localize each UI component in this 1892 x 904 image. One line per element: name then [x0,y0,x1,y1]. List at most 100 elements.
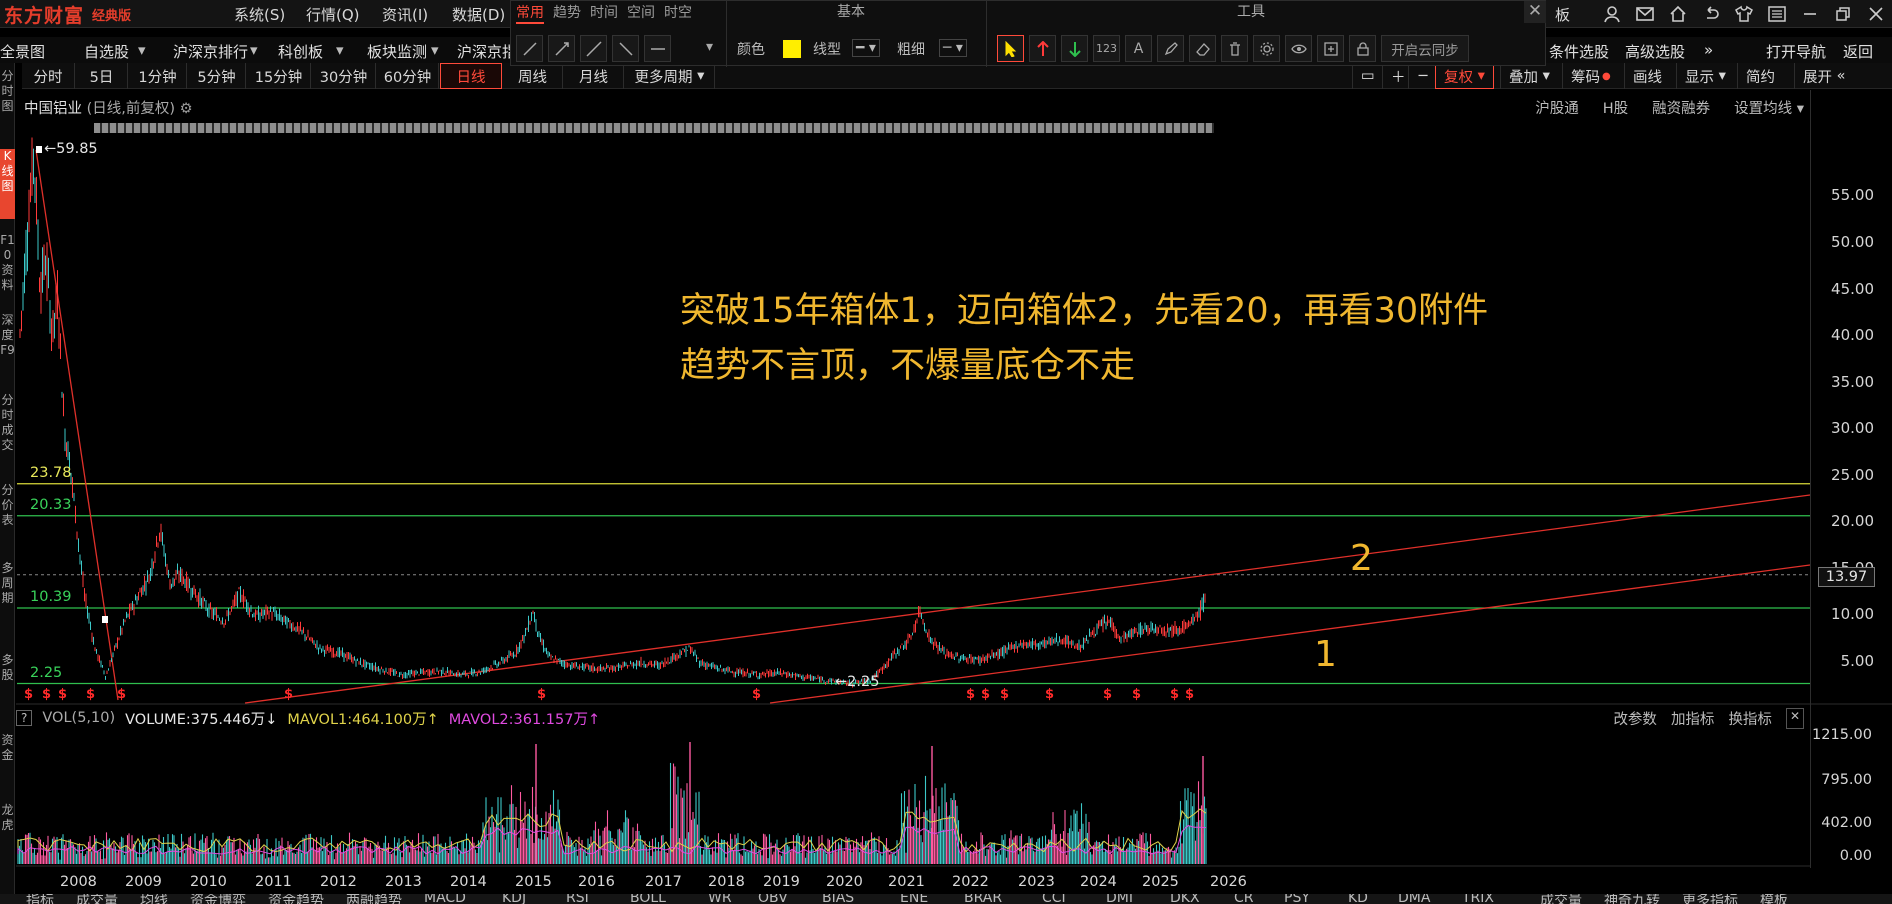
level-10-39-label: 10.39 [30,589,72,605]
year-label: 2010 [190,874,227,890]
indicator-tab[interactable]: ENE [900,894,928,904]
indicator-tab[interactable]: 指标 [26,894,54,904]
year-label: 2023 [1018,874,1055,890]
dividend-marker: $ [1045,687,1054,702]
dividend-marker: $ [1132,687,1141,702]
year-label: 2013 [385,874,422,890]
annotation-line-2: 趋势不言顶，不爆量底仓不走 [680,346,1136,386]
year-label: 2009 [125,874,162,890]
vol-tick: 402.00 [1821,815,1872,831]
indicator-tab[interactable]: 资金趋势 [268,894,324,904]
level-23-78-label: 23.78 [30,465,72,481]
indicator-tab[interactable]: 神奇九转 [1604,894,1660,904]
indicator-tab[interactable]: KDJ [502,894,526,904]
vol-tick: 0.00 [1839,848,1872,864]
volume-links: 改参数 加指标 换指标 ✕ [1613,708,1804,729]
dividend-marker: $ [981,687,990,702]
indicator-tab[interactable]: 模板 [1760,894,1788,904]
indicator-tab-bar: 指标 成交量 均线 资金博弈 资金趋势 两融趋势 MACD KDJ RSI BOLL WR OBV BI… [0,894,1892,904]
box-2-label[interactable]: 2 [1350,538,1373,579]
indicator-tab[interactable]: WR [708,894,732,904]
year-label: 2011 [255,874,292,890]
vol-tick: 1215.00 [1812,727,1872,743]
ytick: 5.00 [1840,652,1874,670]
volume-value: VOLUME:375.446万↓ [125,711,278,728]
peak-price-label: ←59.85 [44,141,98,157]
indicator-tab[interactable]: RSI [566,894,589,904]
chart-annotation[interactable]: 突破15年箱体1，迈向箱体2，先看20，再看30附件 趋势不言顶，不爆量底仓不走 [680,284,1488,394]
mavol2-value: MAVOL2:361.157万↑ [448,711,601,728]
dividend-marker: $ [966,687,975,702]
indicator-tab[interactable]: 成交量 [1540,894,1582,904]
indicator-tab[interactable]: DKX [1170,894,1200,904]
kline-chart[interactable]: $ $ $ $ $ $ $ $ $ $ $ $ $ $ $ $ [0,0,1892,904]
peak-marker [36,146,42,153]
indicator-tab[interactable]: DMI [1106,894,1133,904]
volume-header: ? VOL(5,10) VOLUME:375.446万↓ MAVOL1:464.… [16,706,1810,730]
indicator-tab[interactable]: 两融趋势 [346,894,402,904]
ytick: 45.00 [1831,280,1874,298]
annotation-line-1: 突破15年箱体1，迈向箱体2，先看20，再看30附件 [680,291,1489,331]
indicator-tab[interactable]: CCI [1042,894,1066,904]
indicator-tab[interactable]: MACD [424,894,466,904]
stock-terminal-window: { "app": {"brand": "东方财富", "edition": "经… [0,0,1892,904]
dividend-marker: $ [537,687,546,702]
dividend-marker: $ [117,687,126,702]
switch-indicator-link[interactable]: 换指标 [1728,708,1772,729]
year-label: 2008 [60,874,97,890]
ytick: 10.00 [1831,605,1874,623]
low-marker [102,616,108,623]
indicator-tab[interactable]: 成交量 [76,894,118,904]
edit-params-link[interactable]: 改参数 [1613,708,1657,729]
dividend-marker: $ [1000,687,1009,702]
dividend-marker: $ [24,687,33,702]
dividend-marker: $ [752,687,761,702]
dividend-marker: $ [284,687,293,702]
indicator-tab[interactable]: BIAS [822,894,854,904]
year-label: 2026 [1210,874,1247,890]
current-price-tag: 13.97 [1818,567,1875,587]
indicator-tab[interactable]: KD [1348,894,1368,904]
y-axis-divider [1810,90,1811,868]
year-label: 2018 [708,874,745,890]
volume-indicator-name[interactable]: VOL(5,10) [42,710,115,726]
year-label: 2012 [320,874,357,890]
indicator-tab[interactable]: CR [1234,894,1254,904]
lower-trend-line-1 [769,564,1811,704]
year-label: 2015 [515,874,552,890]
box-1-label[interactable]: 1 [1314,634,1337,675]
vol-tick: 795.00 [1821,772,1872,788]
mavol1-value: MAVOL1:464.100万↑ [287,711,439,728]
help-icon[interactable]: ? [16,710,33,726]
indicator-tab[interactable]: PSY [1284,894,1310,904]
year-label: 2019 [763,874,800,890]
year-label: 2022 [952,874,989,890]
low-price-label: ←2.25 [835,674,880,690]
year-label: 2017 [645,874,682,890]
dividend-marker: $ [1185,687,1194,702]
dividend-marker: $ [1170,687,1179,702]
indicator-tab[interactable]: 均线 [140,894,168,904]
indicator-tab[interactable]: BRAR [964,894,1002,904]
dividend-marker: $ [1103,687,1112,702]
level-2-25-label: 2.25 [30,665,63,681]
indicator-tab[interactable]: DMA [1398,894,1430,904]
indicator-tab[interactable]: 资金博弈 [190,894,246,904]
add-indicator-link[interactable]: 加指标 [1671,708,1715,729]
close-indicator-icon[interactable]: ✕ [1785,708,1804,729]
indicator-tab[interactable]: TRIX [1462,894,1494,904]
ytick: 30.00 [1831,419,1874,437]
indicator-tab[interactable]: 更多指标 [1682,894,1738,904]
year-label: 2014 [450,874,487,890]
year-label: 2020 [826,874,863,890]
year-label: 2024 [1080,874,1117,890]
year-label: 2021 [888,874,925,890]
ytick: 20.00 [1831,512,1874,530]
dividend-marker: $ [86,687,95,702]
level-20-33-label: 20.33 [30,497,72,513]
ytick: 40.00 [1831,326,1874,344]
indicator-tab[interactable]: BOLL [630,894,666,904]
indicator-tab[interactable]: OBV [758,894,788,904]
ytick: 25.00 [1831,466,1874,484]
upper-trend-line-2 [244,494,1811,704]
